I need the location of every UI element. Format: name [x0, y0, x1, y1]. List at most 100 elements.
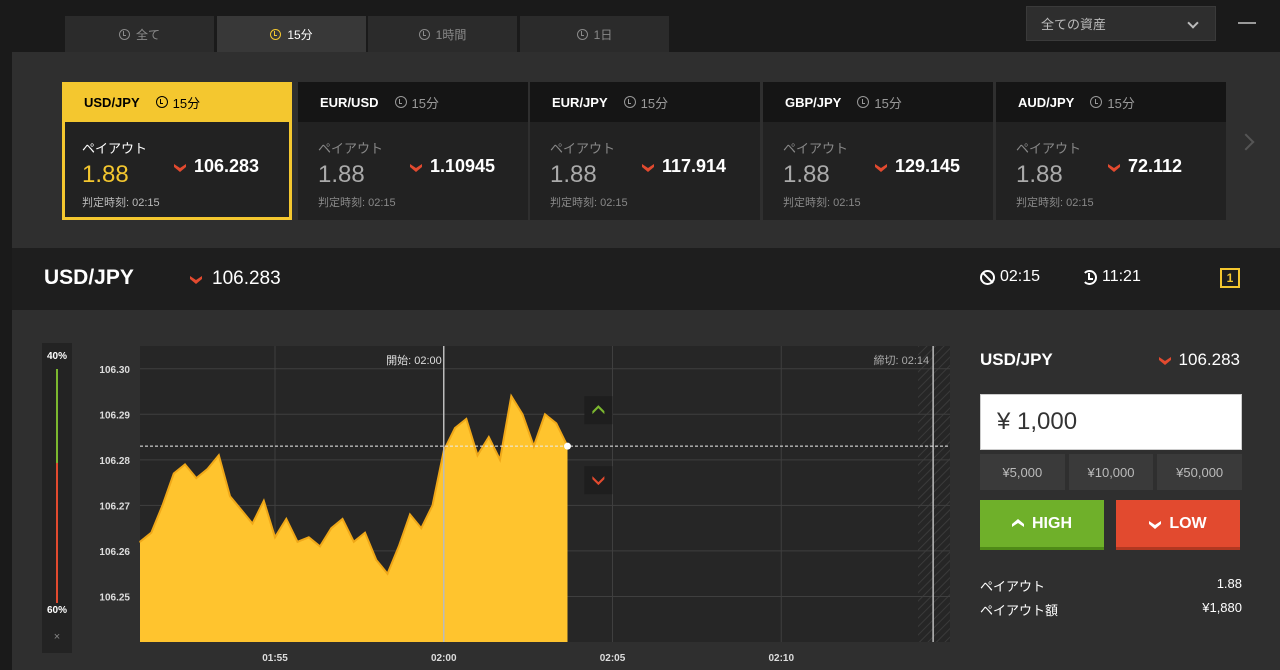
asset-card[interactable]: GBP/JPY 15分 ペイアウト 1.88 129.145 判定時刻: 02:…: [763, 82, 993, 220]
payout-label: ペイアウト: [82, 141, 148, 156]
down-arrow-icon: [190, 276, 202, 284]
down-arrow-icon: [410, 163, 422, 172]
asset-card[interactable]: USD/JPY 15分 ペイアウト 1.88 106.283 判定時刻: 02:…: [62, 82, 292, 220]
x-tick-label: 02:00: [431, 653, 457, 664]
low-button[interactable]: LOW: [1116, 500, 1240, 550]
payout-label: ペイアウト: [1016, 141, 1082, 156]
card-rate-value: 117.914: [662, 156, 727, 176]
price-point: [319, 545, 321, 548]
price-point: [262, 500, 265, 502]
card-period-label: 15分: [1107, 95, 1135, 111]
one-click-icon[interactable]: 1: [1220, 268, 1240, 288]
card-body: ペイアウト 1.88 117.914 判定時刻: 02:15: [530, 122, 760, 220]
price-point: [195, 477, 198, 479]
tab-label: 全て: [135, 27, 160, 42]
price-point: [217, 454, 220, 457]
clock-icon: [155, 96, 168, 108]
tab-15min[interactable]: 15分: [217, 16, 366, 52]
payout-amount-row: ペイアウト額 ¥1,880: [980, 600, 1242, 619]
high-button[interactable]: HIGH: [980, 500, 1104, 550]
price-point: [139, 541, 141, 543]
preset-button[interactable]: ¥10,000: [1068, 454, 1154, 490]
card-body: ペイアウト 1.88 129.145 判定時刻: 02:15: [763, 122, 993, 220]
price-point: [532, 445, 535, 447]
card-rate-value: 1.10945: [430, 156, 496, 176]
one-click-label: 1: [1226, 271, 1234, 285]
amount-presets: ¥5,000 ¥10,000 ¥50,000: [980, 454, 1243, 490]
deadline-icon: [980, 269, 995, 285]
price-point: [229, 495, 231, 498]
payout-label: ペイアウト: [783, 141, 849, 156]
panel-rate: 106.283: [1158, 350, 1240, 370]
card-pair: EUR/USD: [320, 94, 379, 110]
price-point: [555, 422, 558, 425]
card-period-label: 15分: [874, 95, 902, 111]
down-arrow-icon: [642, 163, 654, 172]
tab-1day[interactable]: 1日: [520, 16, 669, 52]
price-point: [487, 436, 490, 438]
card-rate-value: 72.112: [1128, 156, 1183, 176]
judge-time: 判定時刻: 02:15: [783, 197, 861, 209]
judge-time: 判定時刻: 02:15: [82, 197, 160, 209]
price-point: [386, 572, 389, 575]
tab-1hour[interactable]: 1時間: [368, 16, 517, 52]
price-point: [375, 559, 378, 561]
judge-time: 判定時刻: 02:15: [318, 197, 396, 209]
judge-time: 判定時刻: 02:15: [1016, 197, 1094, 209]
price-point: [454, 427, 456, 429]
down-arrow-icon: [1158, 357, 1171, 365]
y-tick-label: 106.25: [99, 592, 130, 603]
y-tick-label: 106.30: [99, 365, 130, 376]
amount-input[interactable]: ¥ 1,000: [980, 394, 1242, 450]
price-point: [476, 454, 479, 457]
current-price-dot: [564, 442, 571, 450]
current-rate: 106.283: [190, 268, 281, 290]
asset-card[interactable]: EUR/JPY 15分 ペイアウト 1.88 117.914 判定時刻: 02:…: [530, 82, 760, 220]
asset-card[interactable]: EUR/USD 15分 ペイアウト 1.88 1.10945 判定時刻: 02:…: [298, 82, 528, 220]
clock-icon: [576, 28, 588, 40]
remaining-time: 11:21: [1082, 268, 1141, 286]
price-point: [240, 509, 243, 511]
card-body: ペイアウト 1.88 1.10945 判定時刻: 02:15: [298, 122, 528, 220]
payout-amount-label: ペイアウト額: [980, 603, 1059, 618]
price-point: [465, 418, 468, 420]
expiry-time-value: 02:15: [1000, 268, 1041, 285]
clock-icon: [394, 96, 407, 108]
down-arrow-icon: [1108, 163, 1120, 172]
pair-header: USD/JPY 106.283 02:15 11:21 1: [12, 248, 1280, 310]
card-header: EUR/USD 15分: [298, 82, 528, 122]
price-point: [161, 504, 164, 507]
low-label: LOW: [1169, 514, 1207, 532]
y-tick-label: 106.29: [99, 410, 130, 421]
minimize-icon[interactable]: [1238, 22, 1256, 24]
expiry-time: 02:15: [980, 268, 1040, 286]
card-header: EUR/JPY 15分: [530, 82, 760, 122]
current-rate-value: 106.283: [212, 268, 281, 289]
card-pair: AUD/JPY: [1018, 94, 1075, 110]
period-tabs: 全て 15分 1時間 1日 全ての資産: [0, 0, 1280, 52]
asset-filter-select[interactable]: 全ての資産: [1026, 6, 1216, 41]
payout-amount-value: ¥1,880: [1202, 600, 1242, 615]
preset-button[interactable]: ¥50,000: [1157, 454, 1243, 490]
chevron-right-icon[interactable]: [1237, 133, 1255, 151]
pair-title: USD/JPY: [44, 266, 134, 289]
clock-icon: [118, 28, 130, 40]
clock-icon: [270, 28, 282, 40]
card-header: AUD/JPY 15分: [996, 82, 1226, 122]
y-tick-label: 106.26: [99, 547, 130, 558]
payout-row-label: ペイアウト: [980, 579, 1046, 594]
price-point: [251, 522, 254, 525]
payout-label: ペイアウト: [318, 141, 384, 156]
price-point: [274, 536, 276, 539]
card-body: ペイアウト 1.88 106.283 判定時刻: 02:15: [62, 122, 292, 220]
price-point: [510, 395, 513, 397]
preset-button[interactable]: ¥5,000: [980, 454, 1065, 490]
price-chart[interactable]: 106.30 106.29 106.28 106.27 106.26 106.25 01:5…: [12, 310, 972, 670]
asset-card[interactable]: AUD/JPY 15分 ペイアウト 1.88 72.112 判定時刻: 02:1…: [996, 82, 1226, 220]
price-point: [307, 536, 310, 539]
card-period-label: 15分: [411, 95, 439, 111]
tab-all[interactable]: 全て: [65, 16, 214, 52]
card-period: 15分: [394, 93, 439, 112]
tab-label: 1日: [593, 27, 613, 42]
price-point: [420, 527, 423, 529]
